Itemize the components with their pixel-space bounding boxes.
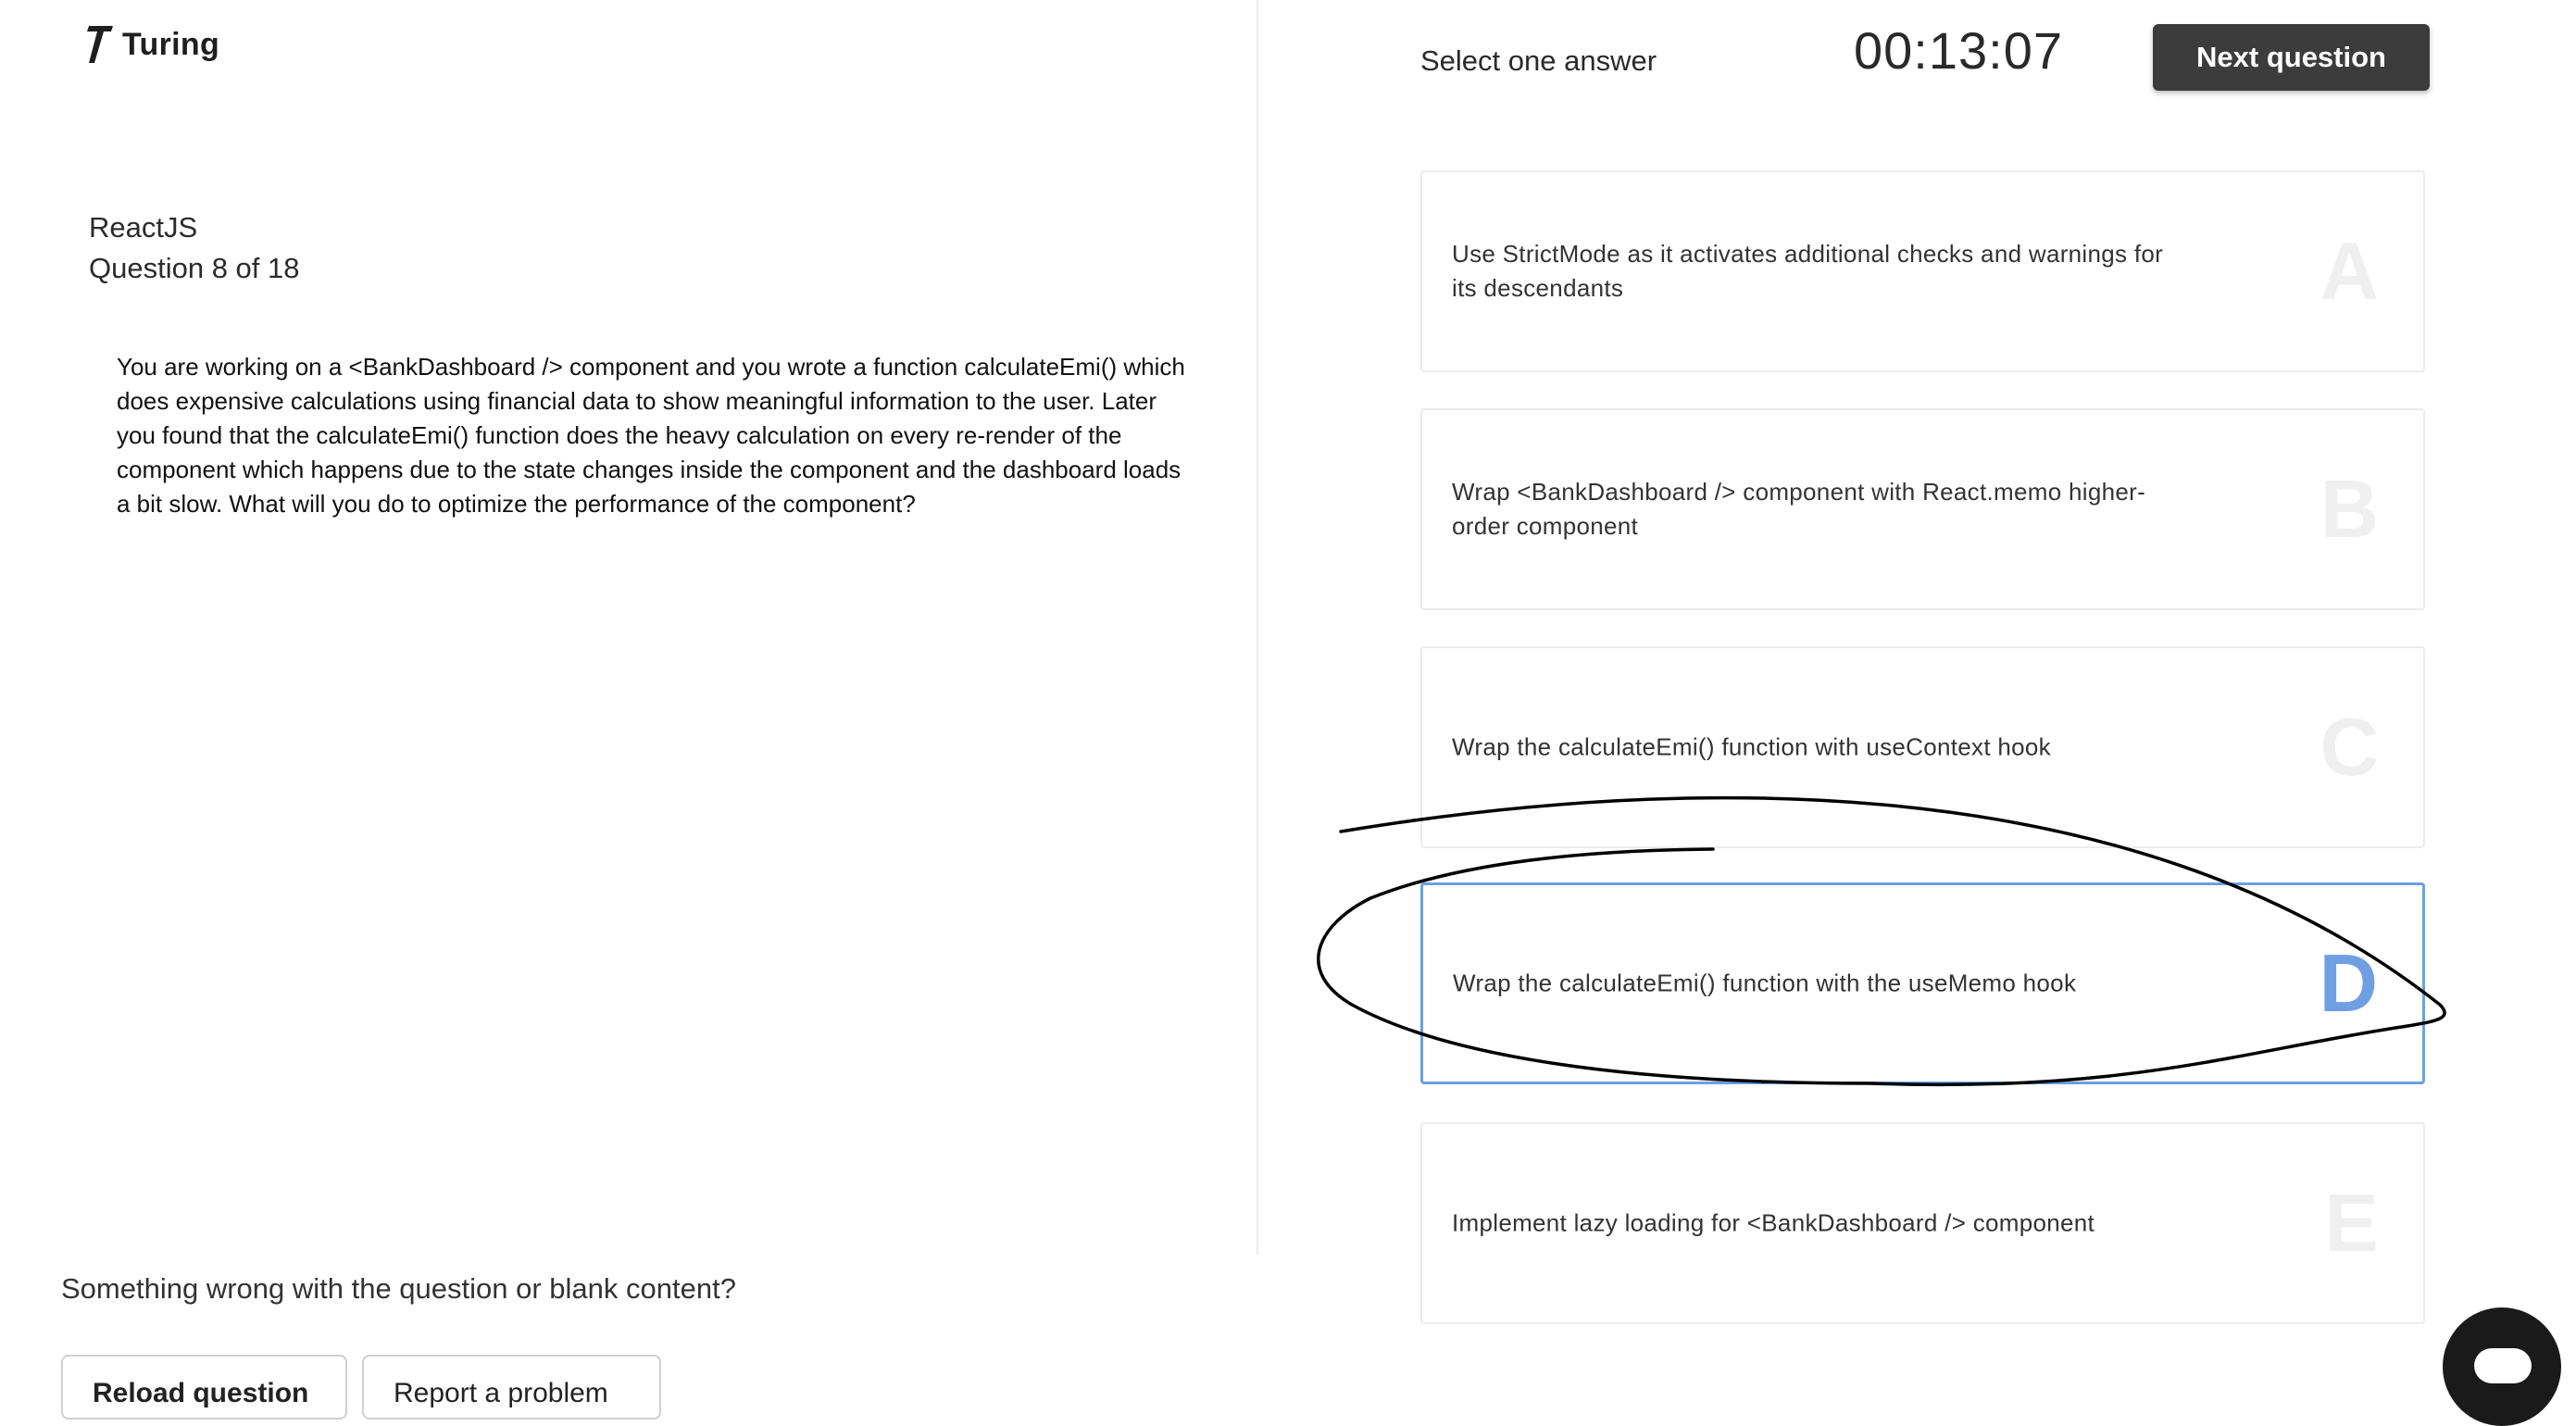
option-text: Use StrictMode as it activates additiona… — [1452, 240, 2164, 302]
question-number: Question 8 of 18 — [89, 252, 300, 284]
chat-bubble-icon — [2474, 1348, 2532, 1383]
option-text: Implement lazy loading for <BankDashboar… — [1452, 1208, 2095, 1237]
option-letter: B — [2320, 463, 2379, 555]
answer-option-b[interactable]: Wrap <BankDashboard /> component with Re… — [1420, 408, 2425, 610]
option-text: Wrap <BankDashboard /> component with Re… — [1452, 478, 2146, 540]
option-letter: A — [2320, 225, 2379, 317]
answer-option-c[interactable]: Wrap the calculateEmi() function with us… — [1420, 646, 2425, 848]
reload-question-button[interactable]: Reload question — [61, 1355, 347, 1420]
brand-name: Turing — [122, 26, 220, 62]
answer-option-a[interactable]: Use StrictMode as it activates additiona… — [1420, 170, 2425, 372]
answer-instruction: Select one answer — [1420, 44, 1657, 77]
chat-launcher-button[interactable] — [2443, 1307, 2561, 1426]
brand-logo: Turing — [87, 24, 219, 65]
report-problem-button[interactable]: Report a problem — [362, 1355, 661, 1420]
option-letter: D — [2319, 937, 2378, 1029]
answer-option-d[interactable]: Wrap the calculateEmi() function with th… — [1420, 882, 2425, 1084]
turing-logo-icon — [87, 26, 113, 63]
option-text: Wrap the calculateEmi() function with th… — [1453, 969, 2077, 997]
question-subject: ReactJS — [89, 211, 198, 244]
answer-option-e[interactable]: Implement lazy loading for <BankDashboar… — [1420, 1122, 2425, 1324]
option-letter: E — [2324, 1177, 2379, 1269]
panel-divider — [1257, 0, 1258, 1255]
countdown-timer: 00:13:07 — [1854, 21, 2063, 80]
option-text: Wrap the calculateEmi() function with us… — [1452, 732, 2051, 761]
question-text: You are working on a <BankDashboard /> c… — [117, 353, 1185, 518]
problem-prompt: Something wrong with the question or bla… — [61, 1272, 736, 1305]
option-letter: C — [2320, 701, 2379, 793]
next-question-button[interactable]: Next question — [2153, 24, 2430, 91]
